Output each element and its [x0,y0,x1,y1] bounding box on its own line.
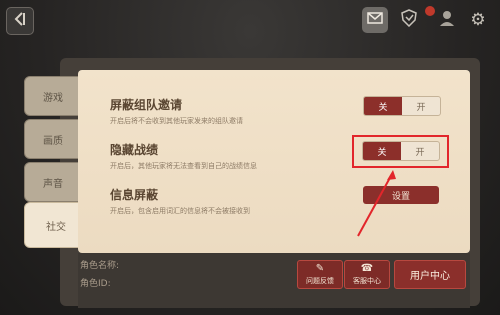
toggle-on-option[interactable]: 开 [402,97,440,115]
block-invite-title: 屏蔽组队邀请 [110,98,183,112]
hide-record-setting: 隐藏战绩 开启后，其他玩家将无法查看到自己的战绩信息 [110,141,257,171]
mail-icon [367,11,383,29]
mail-button[interactable] [362,7,388,33]
role-id-label: 角色ID: [80,279,111,289]
sidebar-item-label: 画质 [43,135,63,147]
shield-button[interactable] [396,7,422,33]
role-name-label: 角色名称: [80,261,120,271]
sidebar-item-label: 社交 [46,221,66,233]
block-invite-desc: 开启后将不会收到其他玩家发来的组队邀请 [110,117,243,125]
message-block-setting: 信息屏蔽 开启后，包含启用词汇的信息将不会被接收到 [110,186,250,216]
top-bar: ⚙ [0,0,500,44]
user-icon [438,9,456,31]
feedback-button[interactable]: ✎ 问题反馈 [297,260,343,289]
sidebar-item-graphics[interactable]: 画质 [24,119,82,159]
sidebar-item-sound[interactable]: 声音 [24,162,82,202]
customer-service-button[interactable]: ☎ 客服中心 [344,260,390,289]
edit-icon: ✎ [315,262,325,274]
sidebar-item-game[interactable]: 游戏 [24,76,82,116]
sidebar-item-label: 游戏 [43,92,63,104]
block-invite-setting: 屏蔽组队邀请 开启后将不会收到其他玩家发来的组队邀请 [110,96,243,126]
block-invite-toggle[interactable]: 关 开 [363,96,441,116]
feedback-label: 问题反馈 [306,276,334,285]
toggle-off-option[interactable]: 关 [364,97,402,115]
back-arrow-icon [12,11,28,31]
user-center-button[interactable]: 用户中心 [394,260,466,289]
message-block-settings-button[interactable]: 设置 [363,186,439,204]
hide-record-title: 隐藏战绩 [110,143,159,157]
message-block-title: 信息屏蔽 [110,188,159,202]
back-button[interactable] [6,7,34,35]
highlight-annotation-box [352,135,449,168]
message-block-desc: 开启后，包含启用词汇的信息将不会被接收到 [110,207,250,215]
hide-record-desc: 开启后，其他玩家将无法查看到自己的战绩信息 [110,162,257,170]
settings-button[interactable]: ⚙ [465,7,491,33]
gear-icon: ⚙ [470,10,486,30]
user-button[interactable] [434,7,460,33]
customer-service-label: 客服中心 [353,276,381,285]
sidebar-item-label: 声音 [43,178,63,190]
phone-icon: ☎ [360,262,374,274]
shield-icon [400,9,418,31]
